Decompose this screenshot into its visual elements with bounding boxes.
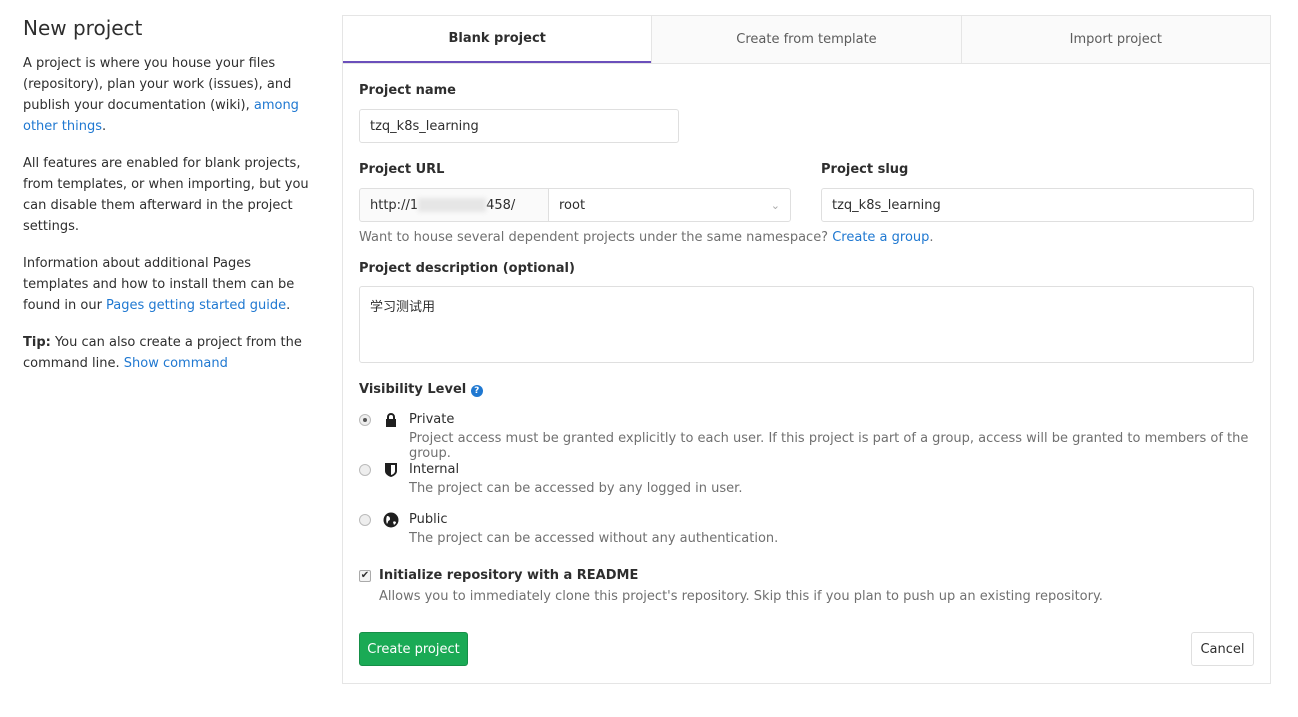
create-group-link[interactable]: Create a group — [832, 230, 929, 245]
visibility-internal-radio[interactable] — [359, 464, 371, 476]
intro-text: A project is where you house your files … — [23, 56, 299, 134]
visibility-public-desc: The project can be accessed without any … — [409, 531, 779, 546]
url-prefix: http://1 458/ — [359, 188, 549, 222]
globe-icon — [383, 512, 399, 528]
readme-label: Initialize repository with a README — [379, 568, 639, 583]
tab-import-project[interactable]: Import project — [960, 16, 1270, 63]
project-slug-input[interactable]: tzq_k8s_learning — [821, 188, 1254, 222]
tab-create-from-template[interactable]: Create from template — [651, 16, 961, 63]
visibility-public-title: Public — [409, 512, 448, 527]
readme-desc: Allows you to immediately clone this pro… — [379, 589, 1103, 604]
group-help: Want to house several dependent projects… — [359, 230, 934, 245]
description-textarea[interactable]: 学习测试用 — [359, 286, 1254, 363]
cancel-button[interactable]: Cancel — [1191, 632, 1254, 666]
project-slug-label: Project slug — [821, 162, 909, 177]
project-name-label: Project name — [359, 83, 456, 98]
tab-blank-project[interactable]: Blank project — [343, 16, 652, 63]
redacted-host — [418, 198, 487, 212]
show-command-link[interactable]: Show command — [124, 356, 228, 371]
visibility-internal-desc: The project can be accessed by any logge… — [409, 481, 743, 496]
visibility-label: Visibility Level ? — [359, 382, 483, 397]
tip-text: Tip: You can also create a project from … — [23, 335, 302, 371]
project-name-input[interactable]: tzq_k8s_learning — [359, 109, 679, 143]
visibility-private-radio[interactable] — [359, 414, 371, 426]
sidebar: New project A project is where you house… — [23, 16, 313, 390]
namespace-select[interactable]: root ⌄ — [548, 188, 791, 222]
project-form-panel: Blank project Create from template Impor… — [342, 15, 1271, 684]
pages-guide-link[interactable]: Pages getting started guide — [106, 298, 286, 313]
help-icon[interactable]: ? — [470, 385, 483, 397]
features-text: All features are enabled for blank proje… — [23, 156, 309, 234]
create-project-button[interactable]: Create project — [359, 632, 468, 666]
visibility-private-title: Private — [409, 412, 455, 427]
pages-text: Information about additional Pages templ… — [23, 256, 295, 313]
visibility-internal-title: Internal — [409, 462, 460, 477]
visibility-private-desc: Project access must be granted explicitl… — [409, 431, 1249, 461]
readme-checkbox[interactable]: ✔ — [359, 570, 371, 582]
visibility-public-radio[interactable] — [359, 514, 371, 526]
tabs: Blank project Create from template Impor… — [343, 16, 1270, 64]
shield-icon — [385, 463, 397, 477]
page-title: New project — [23, 16, 143, 40]
chevron-down-icon: ⌄ — [770, 198, 780, 212]
project-url-label: Project URL — [359, 162, 445, 177]
lock-icon — [386, 413, 396, 427]
description-label: Project description (optional) — [359, 261, 575, 276]
